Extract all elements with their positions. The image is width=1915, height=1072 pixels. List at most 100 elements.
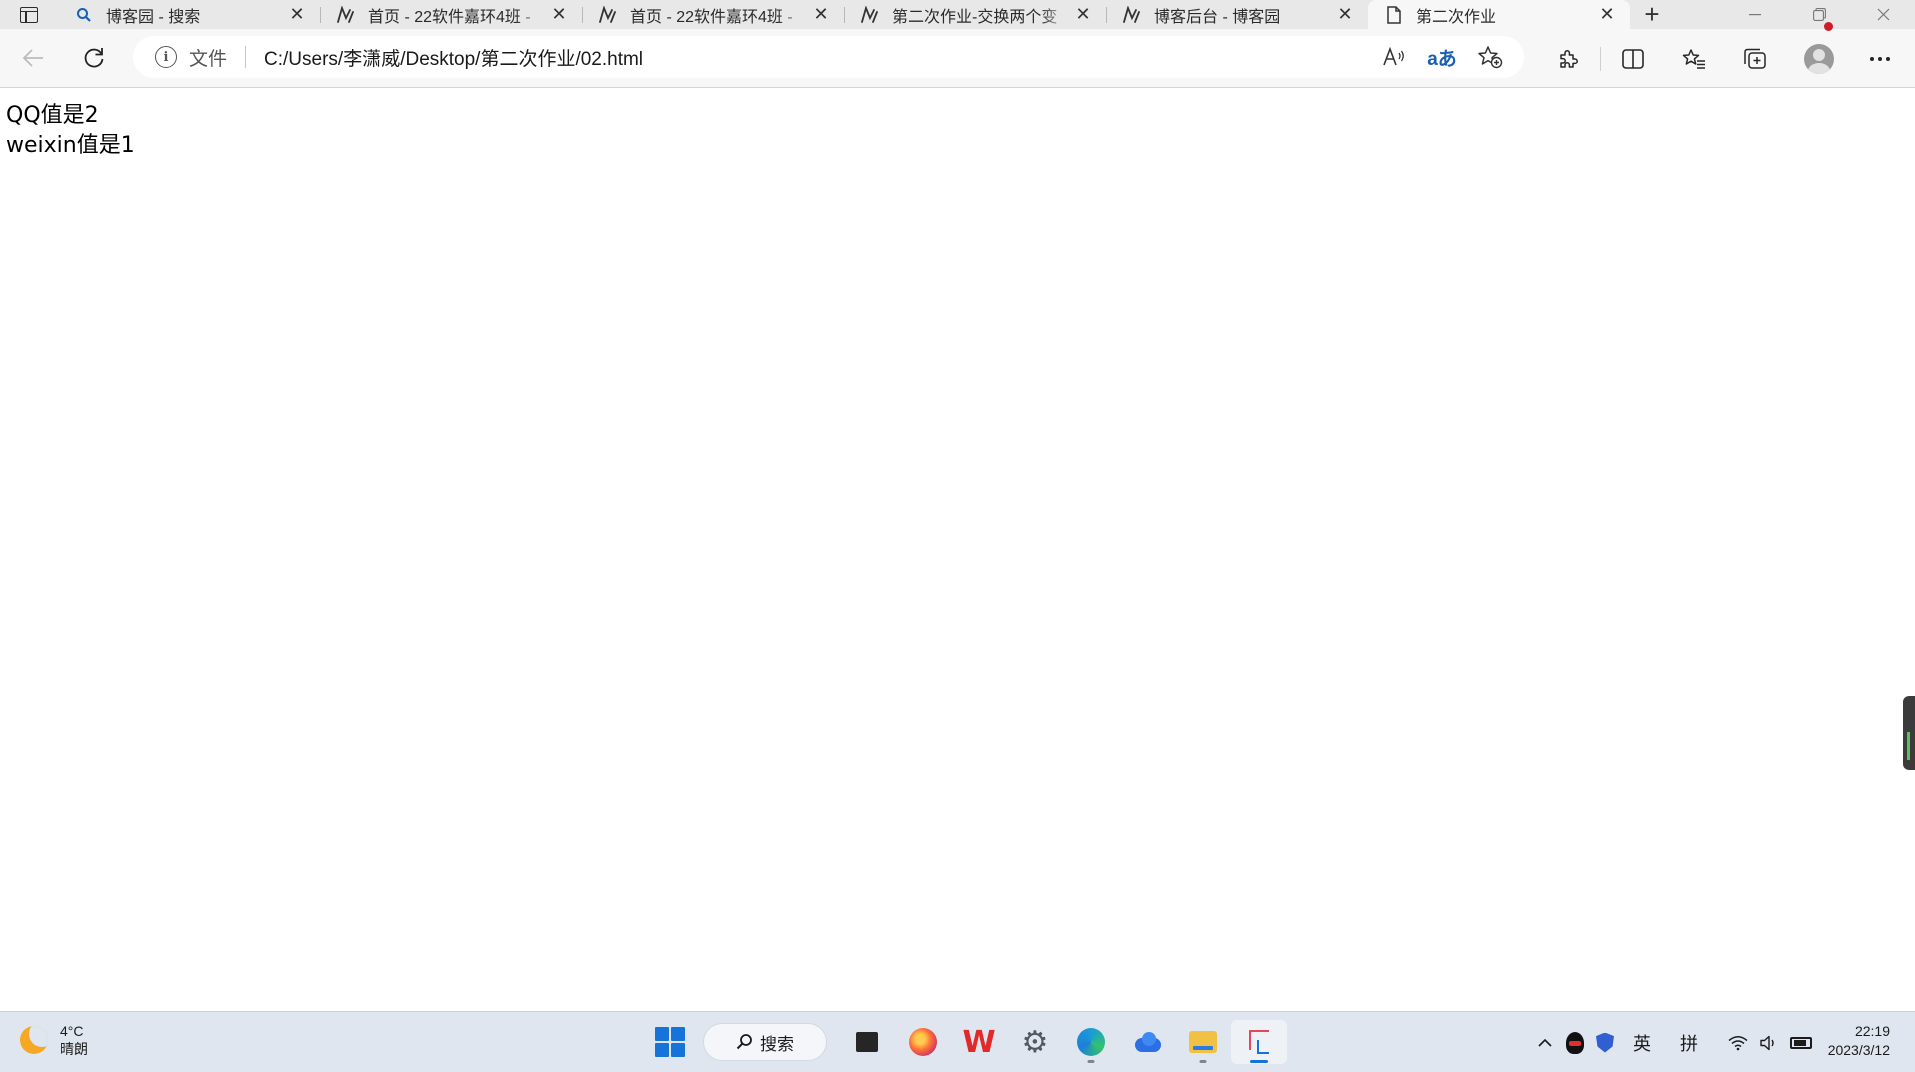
favorites-icon <box>1682 48 1705 69</box>
cnblogs-icon <box>1122 5 1142 24</box>
close-icon[interactable]: ✕ <box>1334 4 1356 26</box>
favorites-button[interactable] <box>1663 29 1724 88</box>
toolbar-right <box>1538 29 1910 88</box>
volume-button[interactable] <box>1754 1023 1784 1063</box>
tab-actions-button[interactable] <box>0 0 58 29</box>
weather-condition: 晴朗 <box>60 1041 88 1057</box>
tab-homework-post[interactable]: 第二次作业-交换两个变 ✕ <box>844 0 1106 29</box>
battery-button[interactable] <box>1784 1023 1818 1063</box>
battery-icon <box>1790 1036 1812 1049</box>
clock-time: 22:19 <box>1854 1023 1890 1039</box>
tab-title: 博客后台 - 博客园 <box>1154 8 1281 26</box>
address-bar[interactable]: i 文件 C:/Users/李潇威/Desktop/第二次作业/02.html … <box>133 36 1524 78</box>
close-icon <box>1877 8 1889 21</box>
more-icon <box>1869 56 1890 61</box>
close-icon[interactable]: ✕ <box>548 4 570 26</box>
wps-icon: W <box>962 1024 996 1060</box>
moon-icon <box>20 1026 48 1054</box>
info-icon[interactable]: i <box>155 46 177 68</box>
tab-title: 首页 - 22软件嘉环4班 - <box>630 8 793 26</box>
side-panel-handle[interactable] <box>1903 696 1915 770</box>
read-aloud-button[interactable] <box>1370 36 1418 78</box>
chevron-up-icon <box>1538 1038 1552 1047</box>
window-controls <box>1723 0 1915 29</box>
search-icon <box>74 6 94 24</box>
puzzle-icon <box>1559 49 1578 68</box>
cloud-app[interactable] <box>1119 1020 1175 1064</box>
page-viewport: QQ值是2 weixin值是1 <box>0 89 1915 1011</box>
show-hidden-icons-button[interactable] <box>1530 1023 1560 1063</box>
cnblogs-icon <box>598 5 618 24</box>
taskbar-search[interactable]: 搜索 <box>703 1023 827 1061</box>
tab-strip: 博客园 - 搜索 ✕ 首页 - 22软件嘉环4班 - ✕ 首页 - 22软件嘉环… <box>0 0 1915 29</box>
refresh-button[interactable] <box>70 38 118 78</box>
wifi-icon <box>1728 1035 1748 1050</box>
profile-button[interactable] <box>1788 29 1849 88</box>
input-mode-button[interactable]: 拼 <box>1664 1023 1714 1063</box>
start-tile <box>655 1027 669 1041</box>
avatar <box>1803 43 1834 74</box>
running-indicator <box>1250 1060 1268 1063</box>
notification-dot <box>1824 22 1833 31</box>
task-view-icon <box>852 1028 878 1052</box>
minimize-icon <box>1749 13 1761 15</box>
tab-second-homework[interactable]: 第二次作业 ✕ <box>1368 0 1630 29</box>
clock[interactable]: 22:19 2023/3/12 <box>1820 1022 1890 1060</box>
running-indicator <box>1087 1060 1095 1063</box>
refresh-icon <box>84 48 104 68</box>
task-view-button[interactable] <box>839 1020 895 1064</box>
close-icon[interactable]: ✕ <box>810 4 832 26</box>
address-bar-actions: aあ <box>1370 36 1514 78</box>
tab-title: 第二次作业-交换两个变 <box>892 8 1058 26</box>
file-explorer-app[interactable] <box>1175 1020 1231 1064</box>
close-icon[interactable]: ✕ <box>1596 4 1618 26</box>
snipping-tool-app[interactable] <box>1231 1020 1287 1064</box>
settings-app[interactable]: ⚙ <box>1007 1020 1063 1064</box>
back-arrow-icon <box>22 49 43 67</box>
input-language-label: 英 <box>1633 1033 1651 1054</box>
tab-blog-admin[interactable]: 博客后台 - 博客园 ✕ <box>1106 0 1368 29</box>
network-button[interactable] <box>1722 1023 1754 1063</box>
qq-tray-button[interactable] <box>1560 1023 1590 1063</box>
wps-app[interactable]: W <box>951 1020 1007 1064</box>
firefox-app[interactable] <box>895 1020 951 1064</box>
start-tile <box>671 1027 685 1041</box>
collections-button[interactable] <box>1724 29 1785 88</box>
restore-icon <box>1812 8 1826 21</box>
weather-temperature: 4°C <box>60 1023 84 1039</box>
divider <box>1600 46 1601 71</box>
running-indicator <box>1199 1060 1207 1063</box>
system-tray: 英 拼 <box>1530 1012 1818 1072</box>
input-language-button[interactable]: 英 <box>1620 1023 1664 1063</box>
restore-button[interactable] <box>1787 0 1851 29</box>
close-window-button[interactable] <box>1851 0 1915 29</box>
origin-label: 文件 <box>189 48 228 70</box>
extensions-button[interactable] <box>1538 29 1599 88</box>
tab-bokeyuan-search[interactable]: 博客园 - 搜索 ✕ <box>58 0 320 29</box>
tab-title: 博客园 - 搜索 <box>106 8 201 26</box>
cloud-icon <box>1133 1028 1161 1056</box>
edge-app[interactable] <box>1063 1020 1119 1064</box>
translate-button[interactable]: aあ <box>1418 36 1466 78</box>
url-text[interactable]: C:/Users/李潇威/Desktop/第二次作业/02.html <box>264 44 643 71</box>
tab-homepage-2[interactable]: 首页 - 22软件嘉环4班 - ✕ <box>582 0 844 29</box>
qq-icon <box>1566 1031 1584 1054</box>
new-tab-button[interactable]: + <box>1630 0 1674 29</box>
add-favorite-button[interactable] <box>1466 36 1514 78</box>
search-icon <box>736 1034 752 1050</box>
windows-start-button[interactable] <box>655 1027 685 1057</box>
firefox-icon <box>909 1028 937 1056</box>
split-screen-button[interactable] <box>1602 29 1663 88</box>
close-icon[interactable]: ✕ <box>286 4 308 26</box>
tab-homepage-1[interactable]: 首页 - 22软件嘉环4班 - ✕ <box>320 0 582 29</box>
security-tray-button[interactable] <box>1590 1023 1620 1063</box>
settings-more-button[interactable] <box>1849 29 1910 88</box>
weather-widget[interactable]: 4°C 晴朗 <box>20 1022 88 1058</box>
cnblogs-icon <box>860 5 880 24</box>
start-tile <box>655 1043 669 1057</box>
folder-icon <box>1189 1031 1217 1053</box>
close-icon[interactable]: ✕ <box>1072 4 1094 26</box>
qq-value-text: QQ值是2 <box>6 103 99 128</box>
minimize-button[interactable] <box>1723 0 1787 29</box>
back-button[interactable] <box>9 38 57 78</box>
